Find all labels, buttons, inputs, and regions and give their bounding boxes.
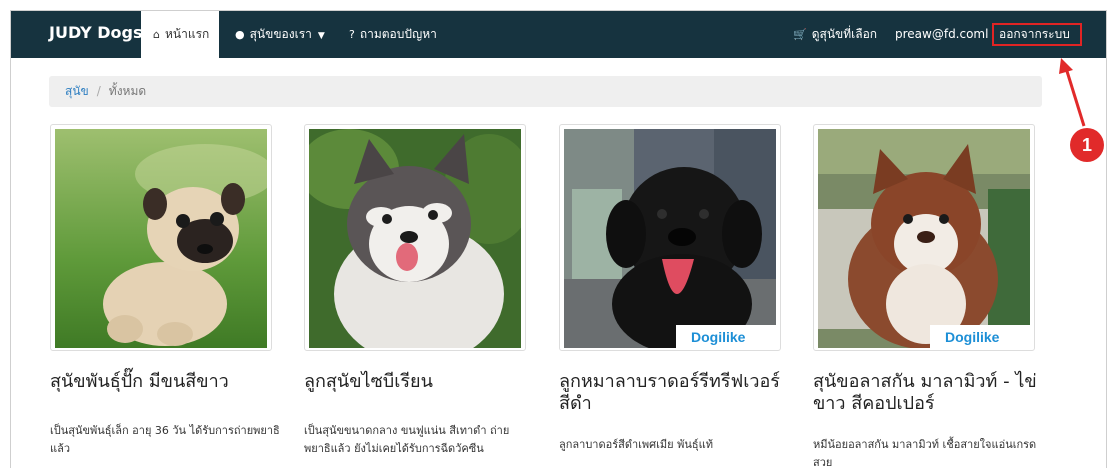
dog-card-description: หมีน้อยอลาสกัน มาลามิวท์ เชื้อสายใจแอ่นเ… <box>813 438 1037 468</box>
nav-home[interactable]: ⌂ หน้าแรก <box>141 11 219 58</box>
malamute-photo: Dogilike <box>818 129 1030 348</box>
dog-card-description: ลูกลาบาดอร์สีดำเพศเมีย พันธุ์แท้ <box>559 438 713 451</box>
dog-thumbnail[interactable]: Dogilike <box>813 124 1035 351</box>
breadcrumb-current: ทั้งหมด <box>108 84 147 98</box>
breadcrumb-root-link[interactable]: สุนัข <box>65 84 89 98</box>
labrador-photo: Dogilike <box>564 129 776 348</box>
breadcrumb: สุนัข / ทั้งหมด <box>49 76 1042 107</box>
watermark-text: Dogilike <box>691 329 746 345</box>
step-badge: 1 <box>1070 128 1104 162</box>
watermark-text: Dogilike <box>945 329 1000 345</box>
dog-thumbnail[interactable]: Dogilike <box>559 124 781 351</box>
pug-photo <box>55 129 267 348</box>
nav-home-label: หน้าแรก <box>164 27 210 41</box>
dog-thumbnail[interactable] <box>50 124 272 351</box>
paw-icon: ● <box>235 28 245 41</box>
dog-card-description: เป็นสุนัขขนาดกลาง ขนฟูแน่น สีเทาดำ ถ่ายพ… <box>304 424 510 455</box>
annotation-arrow-icon <box>1059 58 1086 127</box>
siberian-photo <box>309 129 521 348</box>
question-icon: ? <box>349 28 355 41</box>
dog-card-title[interactable]: สุนัขพันธุ์ปั๊ก มีขนสีขาว <box>50 371 290 393</box>
nav-our-dogs-label: สุนัขของเรา <box>249 27 312 41</box>
dog-thumbnail[interactable] <box>304 124 526 351</box>
nav-cart-label: ดูสุนัขที่เลือก <box>811 27 878 41</box>
dog-card-title[interactable]: สุนัขอลาสกัน มาลามิวท์ - ไข่ขาว สีคอปเปอ… <box>813 371 1053 415</box>
dog-card-title[interactable]: ลูกสุนัขไซบีเรียน <box>304 371 544 393</box>
breadcrumb-separator: / <box>96 84 101 98</box>
chevron-down-icon: ▼ <box>317 31 325 41</box>
brand-logo[interactable]: JUDY Dogs <box>49 23 142 42</box>
cart-icon: 🛒 <box>793 28 807 41</box>
nav-qa[interactable]: ? ถามตอบปัญหา <box>349 11 437 58</box>
dog-card-description: เป็นสุนัขพันธุ์เล็ก อายุ 36 วัน ได้รับกา… <box>50 424 280 455</box>
home-icon: ⌂ <box>153 28 160 41</box>
dog-card-title[interactable]: ลูกหมาลาบราดอร์รีทรีฟเวอร์ สีดำ <box>559 371 799 415</box>
nav-user-email[interactable]: preaw@fd.coml <box>895 11 988 58</box>
nav-qa-label: ถามตอบปัญหา <box>359 27 437 41</box>
nav-cart[interactable]: 🛒 ดูสุนัขที่เลือก <box>793 11 877 58</box>
logout-highlight-box <box>992 23 1082 46</box>
top-navbar: JUDY Dogs ⌂ หน้าแรก ● สุนัขของเรา ▼ ? ถามตอบ… <box>11 11 1106 58</box>
nav-our-dogs-dropdown[interactable]: ● สุนัขของเรา ▼ <box>235 11 325 58</box>
browser-frame: JUDY Dogs ⌂ หน้าแรก ● สุนัขของเรา ▼ ? ถามตอบ… <box>10 10 1107 468</box>
